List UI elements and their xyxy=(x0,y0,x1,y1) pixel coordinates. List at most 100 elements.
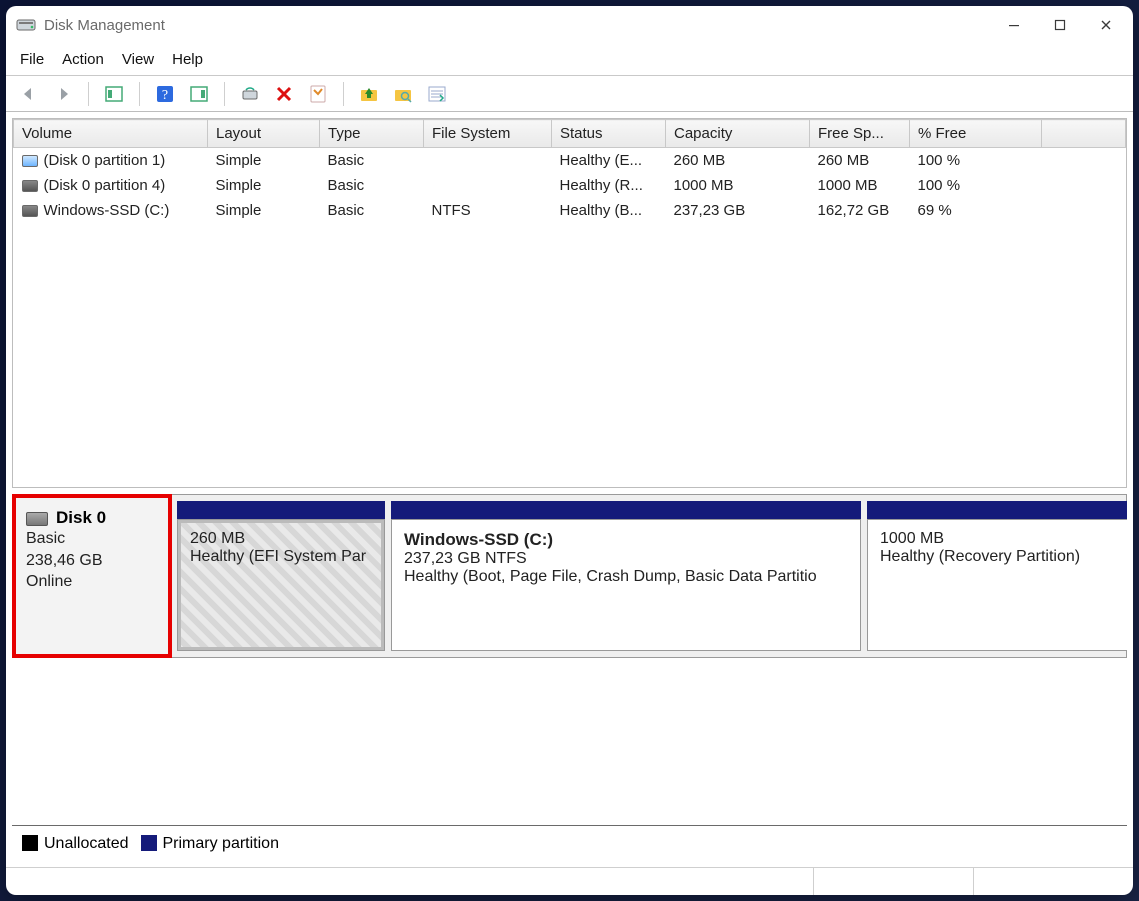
disk-type: Basic xyxy=(26,528,158,550)
menubar: File Action View Help xyxy=(6,44,1133,76)
disk-name: Disk 0 xyxy=(56,508,106,527)
table-row[interactable]: (Disk 0 partition 1) SimpleBasic Healthy (… xyxy=(14,148,1126,174)
cell-free: 260 MB xyxy=(810,148,910,174)
list-settings-button[interactable] xyxy=(424,81,450,107)
disk-management-window: Disk Management File Action View Help ? xyxy=(6,6,1133,895)
toolbar-separator xyxy=(224,82,225,106)
partitions-bar: 260 MBHealthy (EFI System ParWindows-SSD… xyxy=(171,495,1127,657)
col-type[interactable]: Type xyxy=(320,120,424,148)
volume-icon xyxy=(22,155,38,167)
table-row[interactable]: Windows-SSD (C:)SimpleBasicNTFSHealthy (… xyxy=(14,198,1126,223)
partition-block[interactable]: 1000 MBHealthy (Recovery Partition) xyxy=(867,501,1127,651)
svg-text:?: ? xyxy=(162,88,168,103)
col-spacer xyxy=(1042,120,1126,148)
disk-header[interactable]: Disk 0 Basic 238,46 GB Online xyxy=(12,494,172,658)
partition-body[interactable]: 260 MBHealthy (EFI System Par xyxy=(177,519,385,651)
minimize-button[interactable] xyxy=(991,7,1037,43)
partition-status: Healthy (EFI System Par xyxy=(190,548,372,566)
partition-block[interactable]: 260 MBHealthy (EFI System Par xyxy=(177,501,385,651)
disk-row: Disk 0 Basic 238,46 GB Online 260 MBHeal… xyxy=(12,494,1127,658)
cell-pct: 100 % xyxy=(910,148,1042,174)
partition-size: 260 MB xyxy=(190,530,372,548)
partition-header-bar xyxy=(867,501,1127,519)
cell-filesystem: NTFS xyxy=(424,198,552,223)
app-icon xyxy=(16,15,36,35)
cell-filesystem xyxy=(424,173,552,198)
col-free[interactable]: Free Sp... xyxy=(810,120,910,148)
partition-body[interactable]: Windows-SSD (C:)237,23 GB NTFSHealthy (B… xyxy=(391,519,861,651)
menu-file[interactable]: File xyxy=(20,51,44,68)
cell-status: Healthy (R... xyxy=(552,173,666,198)
disk-capacity: 238,46 GB xyxy=(26,550,158,572)
graphical-view-pane: Disk 0 Basic 238,46 GB Online 260 MBHeal… xyxy=(12,494,1127,825)
close-button[interactable] xyxy=(1083,7,1129,43)
legend-primary: Primary partition xyxy=(141,835,279,853)
properties-button[interactable] xyxy=(305,81,331,107)
folder-up-button[interactable] xyxy=(356,81,382,107)
partition-title: Windows-SSD (C:) xyxy=(404,530,848,550)
back-button[interactable] xyxy=(16,81,42,107)
partition-status: Healthy (Recovery Partition) xyxy=(880,548,1116,566)
help-button[interactable]: ? xyxy=(152,81,178,107)
legend-unallocated: Unallocated xyxy=(22,835,129,853)
statusbar xyxy=(6,867,1133,895)
table-row[interactable]: (Disk 0 partition 4) SimpleBasic Healthy (… xyxy=(14,173,1126,198)
column-header-row[interactable]: Volume Layout Type File System Status Ca… xyxy=(14,120,1126,148)
col-volume[interactable]: Volume xyxy=(14,120,208,148)
show-hide-action-pane-button[interactable] xyxy=(186,81,212,107)
cell-capacity: 237,23 GB xyxy=(666,198,810,223)
legend-bar: Unallocated Primary partition xyxy=(12,825,1127,861)
volume-list-pane: Volume Layout Type File System Status Ca… xyxy=(12,118,1127,488)
col-layout[interactable]: Layout xyxy=(208,120,320,148)
cell-layout: Simple xyxy=(208,148,320,174)
col-pct-free[interactable]: % Free xyxy=(910,120,1042,148)
cell-pct: 100 % xyxy=(910,173,1042,198)
cell-type: Basic xyxy=(320,173,424,198)
partition-size: 237,23 GB NTFS xyxy=(404,550,848,568)
cell-status: Healthy (B... xyxy=(552,198,666,223)
partition-block[interactable]: Windows-SSD (C:)237,23 GB NTFSHealthy (B… xyxy=(391,501,861,651)
cell-capacity: 1000 MB xyxy=(666,173,810,198)
menu-view[interactable]: View xyxy=(122,51,154,68)
partition-size: 1000 MB xyxy=(880,530,1116,548)
refresh-button[interactable] xyxy=(237,81,263,107)
cell-status: Healthy (E... xyxy=(552,148,666,174)
col-filesystem[interactable]: File System xyxy=(424,120,552,148)
swatch-black xyxy=(22,835,38,851)
toolbar-separator xyxy=(139,82,140,106)
window-title: Disk Management xyxy=(44,17,165,34)
cell-layout: Simple xyxy=(208,198,320,223)
col-status[interactable]: Status xyxy=(552,120,666,148)
partition-body[interactable]: 1000 MBHealthy (Recovery Partition) xyxy=(867,519,1127,651)
volume-name: (Disk 0 partition 1) xyxy=(44,152,166,169)
volume-name: Windows-SSD (C:) xyxy=(44,202,170,219)
toolbar-separator xyxy=(343,82,344,106)
col-capacity[interactable]: Capacity xyxy=(666,120,810,148)
cell-free: 162,72 GB xyxy=(810,198,910,223)
toolbar-separator xyxy=(88,82,89,106)
cell-layout: Simple xyxy=(208,173,320,198)
partition-header-bar xyxy=(177,501,385,519)
toolbar: ? xyxy=(6,76,1133,112)
volume-icon xyxy=(22,205,38,217)
forward-button[interactable] xyxy=(50,81,76,107)
menu-action[interactable]: Action xyxy=(62,51,104,68)
volume-name: (Disk 0 partition 4) xyxy=(44,177,166,194)
cell-capacity: 260 MB xyxy=(666,148,810,174)
folder-search-button[interactable] xyxy=(390,81,416,107)
volume-table[interactable]: Volume Layout Type File System Status Ca… xyxy=(13,119,1126,223)
titlebar[interactable]: Disk Management xyxy=(6,6,1133,44)
cell-pct: 69 % xyxy=(910,198,1042,223)
cell-filesystem xyxy=(424,148,552,174)
partition-header-bar xyxy=(391,501,861,519)
show-hide-console-tree-button[interactable] xyxy=(101,81,127,107)
delete-button[interactable] xyxy=(271,81,297,107)
cell-type: Basic xyxy=(320,148,424,174)
partition-status: Healthy (Boot, Page File, Crash Dump, Ba… xyxy=(404,568,848,586)
disk-state: Online xyxy=(26,571,158,593)
cell-free: 1000 MB xyxy=(810,173,910,198)
swatch-blue xyxy=(141,835,157,851)
maximize-button[interactable] xyxy=(1037,7,1083,43)
disk-icon xyxy=(26,512,48,526)
menu-help[interactable]: Help xyxy=(172,51,203,68)
